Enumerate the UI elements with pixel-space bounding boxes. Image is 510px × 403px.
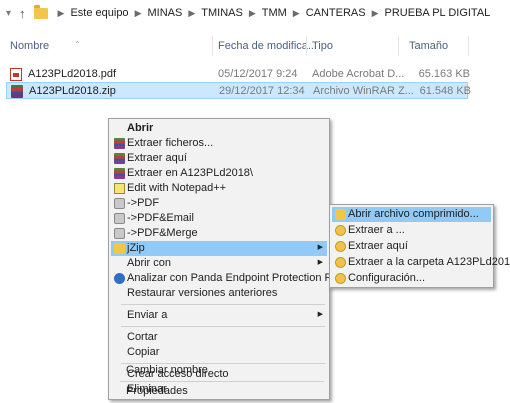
breadcrumb-este-equipo[interactable]: Este equipo [70, 7, 128, 19]
menu-item-panda-scan[interactable]: Analizar con Panda Endpoint Protection P… [111, 271, 346, 286]
up-arrow-icon[interactable]: ↑ [19, 6, 26, 21]
chevron-right-icon[interactable]: ▶ [58, 8, 65, 19]
column-divider[interactable] [212, 36, 213, 56]
address-bar: ▾ ↑ ▶ Este equipo ▶ MINAS ▶ TMINAS ▶ TMM… [0, 0, 510, 26]
jzip-gear-icon [335, 241, 346, 252]
context-menu: Abrir Extraer ficheros... Extraer aquí E… [108, 118, 346, 400]
menu-item-rename[interactable]: Cambiar nombre [110, 363, 326, 378]
submenu-item-configuration[interactable]: Configuración... [332, 271, 491, 286]
column-divider[interactable] [306, 36, 307, 56]
chevron-right-icon[interactable]: ▶ [249, 8, 256, 19]
menu-item-to-pdf-merge[interactable]: ->PDF&Merge [111, 226, 327, 241]
menu-item-cut[interactable]: Cortar [111, 330, 327, 345]
jzip-folder-icon [335, 209, 346, 220]
printer-icon [114, 213, 125, 224]
file-type: Archivo WinRAR Z... [313, 85, 414, 97]
printer-icon [114, 228, 125, 239]
menu-separator [120, 381, 324, 382]
file-name: A123PLd2018.zip [29, 85, 116, 97]
chevron-right-icon[interactable]: ▶ [372, 8, 379, 19]
submenu-arrow-icon: ▶ [317, 259, 323, 266]
pdf-file-icon [10, 68, 22, 81]
menu-item-to-pdf[interactable]: ->PDF [111, 196, 327, 211]
file-row-pdf[interactable]: A123PLd2018.pdf 05/12/2017 9:24 Adobe Ac… [6, 66, 470, 83]
breadcrumb-tminas[interactable]: TMINAS [201, 7, 243, 19]
folder-icon [33, 4, 48, 19]
file-size: 61.548 KB [419, 85, 471, 97]
submenu-item-extract-to[interactable]: Extraer a ... [332, 223, 491, 238]
breadcrumb-canteras[interactable]: CANTERAS [306, 7, 366, 19]
breadcrumb-prueba-pl-digital[interactable]: PRUEBA PL DIGITAL [385, 7, 491, 19]
panda-antivirus-icon [114, 273, 125, 284]
submenu-item-extract-here[interactable]: Extraer aquí [332, 239, 491, 254]
winrar-icon [114, 138, 125, 149]
jzip-submenu: Abrir archivo comprimido... Extraer a ..… [329, 204, 510, 288]
menu-item-send-to[interactable]: Enviar a ▶ [111, 308, 327, 323]
menu-item-edit-notepad[interactable]: Edit with Notepad++ [111, 181, 327, 196]
column-header-type[interactable]: Tipo [312, 40, 333, 52]
jzip-gear-icon [335, 225, 346, 236]
column-header-size[interactable]: Tamaño [409, 40, 448, 52]
file-date: 29/12/2017 12:34 [219, 85, 305, 97]
menu-item-extract-here[interactable]: Extraer aquí [111, 151, 327, 166]
breadcrumb: ▶ Este equipo ▶ MINAS ▶ TMINAS ▶ TMM ▶ C… [52, 7, 491, 19]
menu-item-open[interactable]: Abrir [111, 121, 327, 136]
submenu-arrow-icon: ▶ [317, 311, 323, 318]
column-header-name[interactable]: Nombre [10, 40, 49, 52]
menu-item-properties[interactable]: Propiedades [110, 384, 326, 399]
submenu-arrow-icon: ▶ [317, 244, 323, 251]
menu-item-copy[interactable]: Copiar [111, 345, 327, 360]
column-divider[interactable] [468, 36, 469, 56]
file-date: 05/12/2017 9:24 [218, 68, 298, 80]
breadcrumb-minas[interactable]: MINAS [147, 7, 182, 19]
printer-icon [114, 198, 125, 209]
jzip-gear-icon [335, 273, 346, 284]
menu-separator [121, 326, 325, 327]
chevron-right-icon[interactable]: ▶ [188, 8, 195, 19]
menu-item-extract-files[interactable]: Extraer ficheros... [111, 136, 327, 151]
winrar-icon [114, 153, 125, 164]
breadcrumb-tmm[interactable]: TMM [262, 7, 287, 19]
menu-separator [121, 304, 325, 305]
file-name: A123PLd2018.pdf [28, 68, 117, 80]
jzip-gear-icon [335, 257, 346, 268]
submenu-item-extract-to-folder[interactable]: Extraer a la carpeta A123PLd2018 [332, 255, 510, 270]
menu-item-to-pdf-email[interactable]: ->PDF&Email [111, 211, 327, 226]
file-type: Adobe Acrobat D... [312, 68, 405, 80]
column-divider[interactable] [398, 36, 399, 56]
file-row-zip[interactable]: A123PLd2018.zip 29/12/2017 12:34 Archivo… [6, 82, 471, 99]
menu-item-jzip[interactable]: jZip ▶ [111, 241, 327, 256]
recent-locations-icon[interactable]: ▾ [6, 8, 11, 19]
file-size: 65.163 KB [418, 68, 470, 80]
submenu-item-open-archive[interactable]: Abrir archivo comprimido... [332, 207, 491, 222]
winrar-archive-icon [11, 85, 23, 98]
column-header-date[interactable]: Fecha de modifica... [218, 40, 317, 52]
notepad-plus-plus-icon [114, 183, 125, 194]
winrar-icon [114, 168, 125, 179]
menu-item-restore-versions[interactable]: Restaurar versiones anteriores [111, 286, 327, 301]
column-header-row: ⌃ Nombre Fecha de modifica... Tipo Tamañ… [0, 36, 510, 56]
menu-item-open-with[interactable]: Abrir con ▶ [111, 256, 327, 271]
chevron-right-icon[interactable]: ▶ [293, 8, 300, 19]
chevron-right-icon[interactable]: ▶ [135, 8, 142, 19]
jzip-folder-icon [114, 243, 125, 254]
sort-ascending-icon: ⌃ [74, 40, 81, 49]
menu-item-extract-to[interactable]: Extraer en A123PLd2018\ [111, 166, 327, 181]
